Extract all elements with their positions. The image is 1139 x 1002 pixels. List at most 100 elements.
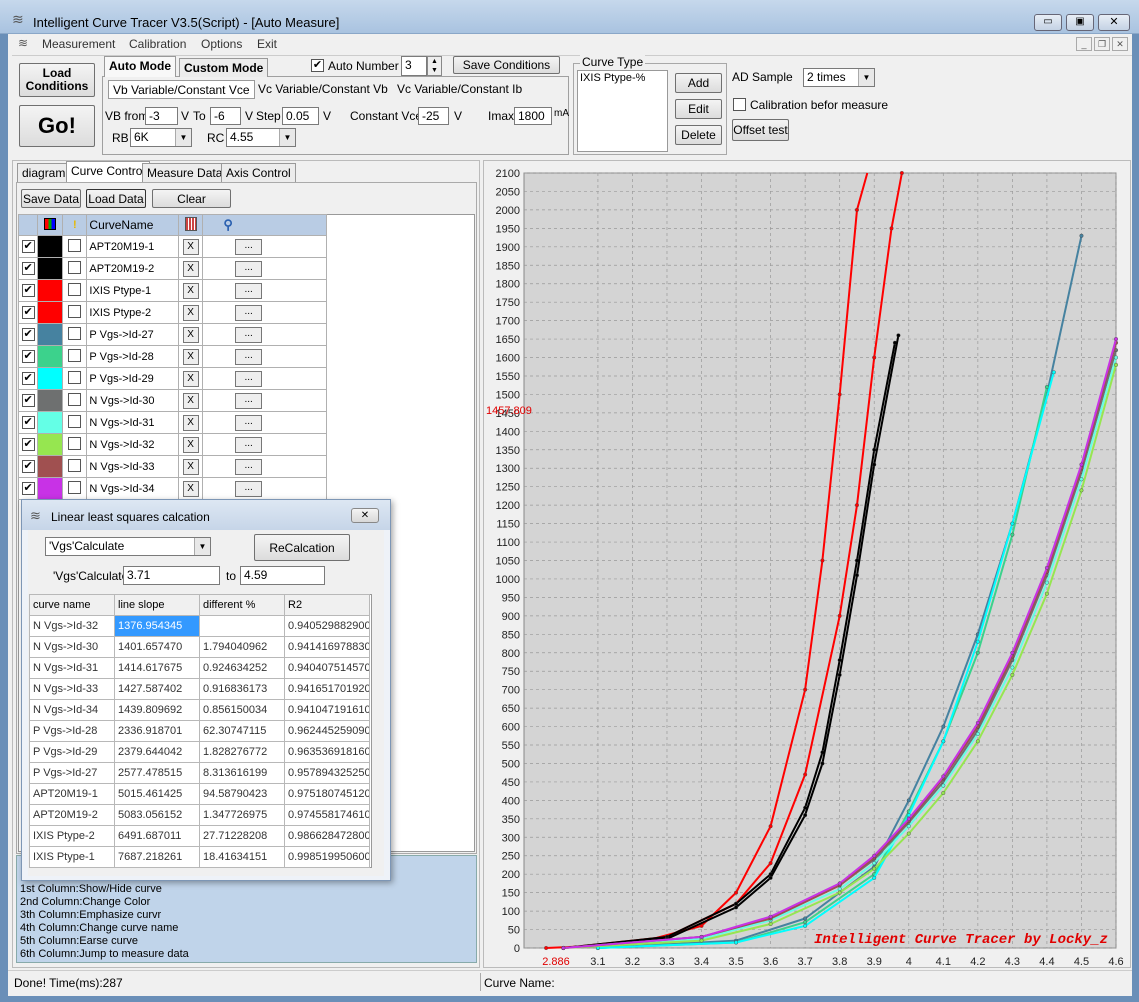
load-conditions-button[interactable]: Load Conditions [19, 63, 95, 97]
lls-row[interactable]: N Vgs->Id-33 1427.587402 0.916836173 0.9416… [29, 678, 370, 700]
emphasize-checkbox[interactable] [68, 414, 82, 428]
tab-measure-data[interactable]: Measure Data [142, 163, 228, 182]
calibration-checkbox[interactable] [733, 98, 746, 111]
tab-auto-mode[interactable]: Auto Mode [104, 56, 176, 77]
ad-sample-select[interactable]: 2 times ▼ [803, 68, 875, 87]
erase-curve-button[interactable]: X [182, 238, 199, 255]
lls-row[interactable]: IXIS Ptype-1 7687.218261 18.41634151 0.9985… [29, 846, 370, 868]
curve-name-cell[interactable]: IXIS Ptype-1 [86, 279, 180, 302]
show-curve-checkbox[interactable]: ✔ [21, 372, 35, 385]
curve-name-cell[interactable]: APT20M19-2 [86, 257, 180, 280]
curve-type-list[interactable]: IXIS Ptype-% [577, 70, 668, 152]
calc-variable-select[interactable]: 'Vgs'Calculate ▼ [45, 537, 211, 556]
emphasize-checkbox[interactable] [68, 458, 82, 472]
subtab-vb-variable[interactable]: Vb Variable/Constant Vce [108, 80, 255, 99]
imax-input[interactable]: 1800 [514, 107, 552, 125]
subtab-vc-variable-ib[interactable]: Vc Variable/Constant Ib [397, 82, 522, 96]
curve-color-swatch[interactable] [38, 368, 62, 389]
curve-name-cell[interactable]: N Vgs->Id-34 [86, 477, 180, 500]
erase-curve-button[interactable]: X [182, 348, 199, 365]
jump-to-data-button[interactable]: ... [235, 480, 263, 497]
rb-select[interactable]: 6K ▼ [130, 128, 192, 147]
mdi-minimize-button[interactable]: _ [1076, 37, 1092, 51]
show-curve-checkbox[interactable]: ✔ [21, 394, 35, 407]
lls-close-button[interactable]: ✕ [351, 508, 379, 523]
jump-to-data-button[interactable]: ... [235, 458, 263, 475]
rc-select[interactable]: 4.55 ▼ [226, 128, 296, 147]
maximize-button[interactable]: ▣ [1066, 14, 1094, 31]
show-curve-checkbox[interactable]: ✔ [21, 328, 35, 341]
tab-axis-control[interactable]: Axis Control [221, 163, 296, 182]
menu-options[interactable]: Options [201, 37, 242, 51]
curve-type-item[interactable]: IXIS Ptype-% [580, 72, 645, 84]
lls-row[interactable]: N Vgs->Id-30 1401.657470 1.794040962 0.9414… [29, 636, 370, 658]
erase-curve-button[interactable]: X [182, 260, 199, 277]
constant-vce-input[interactable]: -25 [418, 107, 449, 125]
curve-color-swatch[interactable] [38, 478, 62, 499]
emphasize-checkbox[interactable] [68, 348, 82, 362]
tab-custom-mode[interactable]: Custom Mode [179, 58, 269, 77]
lls-row[interactable]: APT20M19-2 5083.056152 1.347726975 0.974558… [29, 804, 370, 826]
curve-chart[interactable]: 0 50 100 150 200 250 300 350 400 450 500 550 600 650 7… [484, 161, 1130, 967]
jump-to-data-button[interactable]: ... [235, 414, 263, 431]
tab-diagram[interactable]: diagram [17, 163, 71, 182]
lls-row[interactable]: IXIS Ptype-2 6491.687011 27.71228208 0.9866… [29, 825, 370, 847]
auto-number-checkbox[interactable]: ✔ [311, 59, 324, 72]
delete-button[interactable]: Delete [675, 125, 722, 145]
offset-test-button[interactable]: Offset test [732, 119, 789, 141]
curve-name-cell[interactable]: N Vgs->Id-31 [86, 411, 180, 434]
show-curve-checkbox[interactable]: ✔ [21, 460, 35, 473]
load-data-button[interactable]: Load Data [86, 189, 146, 208]
curve-name-cell[interactable]: IXIS Ptype-2 [86, 301, 180, 324]
curve-name-cell[interactable]: P Vgs->Id-29 [86, 367, 180, 390]
erase-curve-button[interactable]: X [182, 326, 199, 343]
show-curve-checkbox[interactable]: ✔ [21, 350, 35, 363]
close-button[interactable]: ✕ [1098, 14, 1130, 31]
save-conditions-button[interactable]: Save Conditions [453, 56, 560, 74]
emphasize-checkbox[interactable] [68, 480, 82, 494]
erase-curve-button[interactable]: X [182, 436, 199, 453]
jump-to-data-button[interactable]: ... [235, 392, 263, 409]
curve-color-swatch[interactable] [38, 346, 62, 367]
show-curve-checkbox[interactable]: ✔ [21, 416, 35, 429]
curve-color-swatch[interactable] [38, 258, 62, 279]
mdi-close-button[interactable]: ✕ [1112, 37, 1128, 51]
jump-to-data-button[interactable]: ... [235, 238, 263, 255]
emphasize-checkbox[interactable] [68, 326, 82, 340]
range-from-input[interactable]: 3.71 [123, 566, 220, 585]
emphasize-checkbox[interactable] [68, 238, 82, 252]
emphasize-checkbox[interactable] [68, 304, 82, 318]
curve-color-swatch[interactable] [38, 324, 62, 345]
show-curve-checkbox[interactable]: ✔ [21, 240, 35, 253]
erase-curve-button[interactable]: X [182, 480, 199, 497]
curve-color-swatch[interactable] [38, 456, 62, 477]
curve-color-swatch[interactable] [38, 390, 62, 411]
menu-calibration[interactable]: Calibration [129, 37, 186, 51]
go-button[interactable]: Go! [19, 105, 95, 147]
step-input[interactable]: 0.05 [282, 107, 319, 125]
show-curve-checkbox[interactable]: ✔ [21, 306, 35, 319]
save-data-button[interactable]: Save Data [21, 189, 81, 208]
recalculation-button[interactable]: ReCalcation [254, 534, 350, 561]
jump-to-data-button[interactable]: ... [235, 260, 263, 277]
show-curve-checkbox[interactable]: ✔ [21, 482, 35, 495]
mdi-restore-button[interactable]: ❐ [1094, 37, 1110, 51]
tab-curve-control[interactable]: Curve Control [66, 161, 151, 183]
curve-name-cell[interactable]: N Vgs->Id-30 [86, 389, 180, 412]
curve-name-cell[interactable]: P Vgs->Id-28 [86, 345, 180, 368]
emphasize-checkbox[interactable] [68, 436, 82, 450]
jump-to-data-button[interactable]: ... [235, 370, 263, 387]
curve-name-cell[interactable]: N Vgs->Id-32 [86, 433, 180, 456]
curve-name-cell[interactable]: P Vgs->Id-27 [86, 323, 180, 346]
lls-row[interactable]: N Vgs->Id-34 1439.809692 0.856150034 0.9410… [29, 699, 370, 721]
erase-curve-button[interactable]: X [182, 304, 199, 321]
curve-color-swatch[interactable] [38, 302, 62, 323]
menu-exit[interactable]: Exit [257, 37, 277, 51]
lls-row[interactable]: P Vgs->Id-28 2336.918701 62.30747115 0.9624… [29, 720, 370, 742]
minimize-button[interactable]: ▭ [1034, 14, 1062, 31]
emphasize-checkbox[interactable] [68, 392, 82, 406]
lls-row[interactable]: P Vgs->Id-27 2577.478515 8.313616199 0.9578… [29, 762, 370, 784]
curve-color-swatch[interactable] [38, 434, 62, 455]
erase-curve-button[interactable]: X [182, 392, 199, 409]
auto-number-input[interactable]: 3 [401, 56, 427, 76]
